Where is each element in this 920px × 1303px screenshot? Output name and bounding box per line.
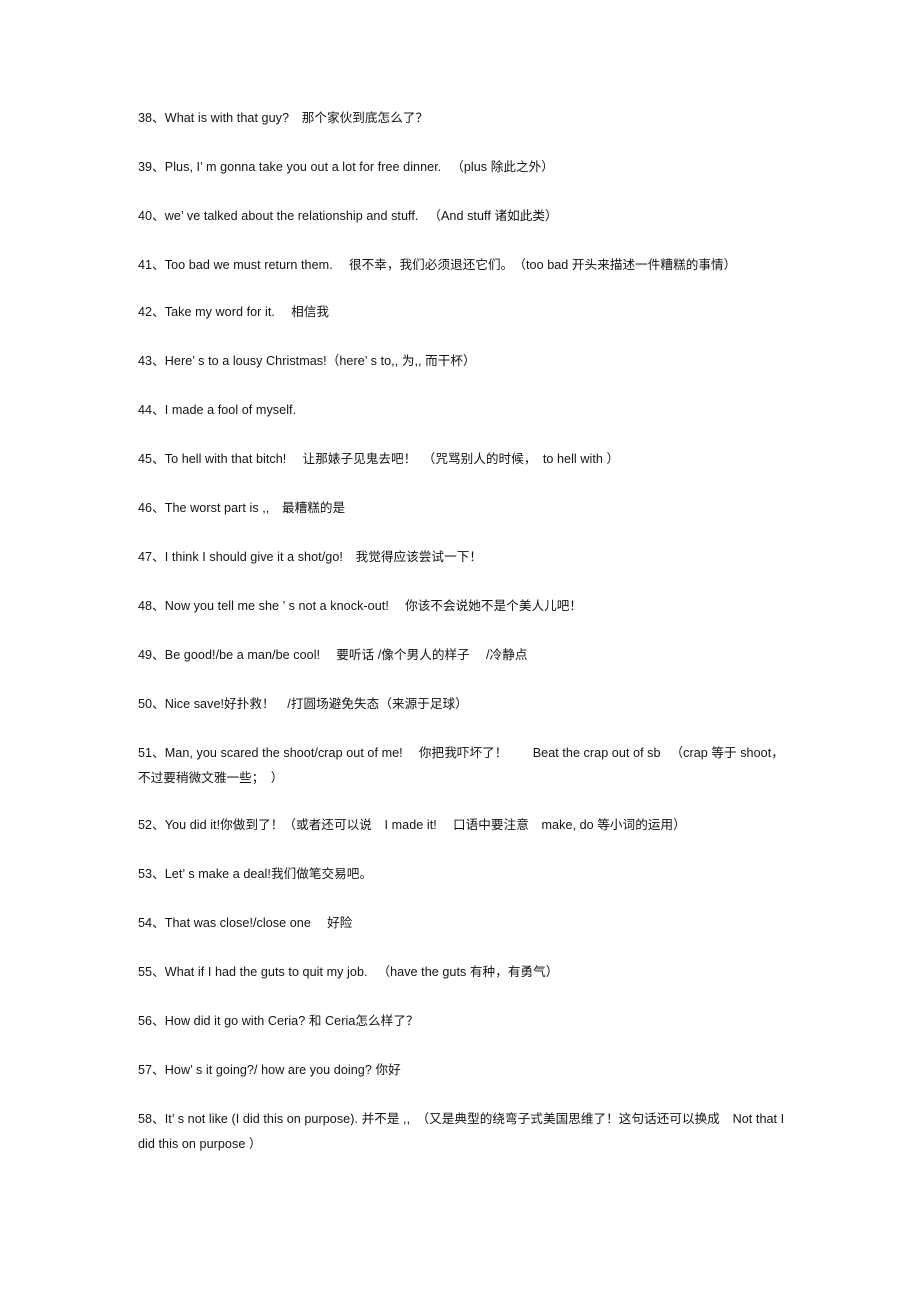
- phrase-list: 38、What is with that guy? 那个家伙到底怎么了？ 39、…: [138, 106, 786, 1179]
- list-item: 39、Plus, I’ m gonna take you out a lot f…: [138, 160, 554, 174]
- list-item: 46、The worst part is ,, 最糟糕的是: [138, 501, 346, 515]
- list-item: 50、Nice save!好扑救！ /打圆场避免失态（来源于足球）: [138, 697, 468, 711]
- list-item: 56、How did it go with Ceria? 和 Ceria怎么样了…: [138, 1014, 419, 1028]
- list-item: 47、I think I should give it a shot/go! 我…: [138, 550, 482, 564]
- list-item: 54、That was close!/close one 好险: [138, 916, 353, 930]
- list-item: 48、Now you tell me she ’ s not a knock-o…: [138, 599, 583, 613]
- list-item: 40、we’ ve talked about the relationship …: [138, 209, 558, 223]
- list-item: 49、Be good!/be a man/be cool! 要听话 /像个男人的…: [138, 648, 528, 662]
- document-page: 38、What is with that guy? 那个家伙到底怎么了？ 39、…: [0, 0, 920, 1303]
- list-item: 51、Man, you scared the shoot/crap out of…: [138, 746, 784, 785]
- list-item: 44、I made a fool of myself.: [138, 403, 297, 417]
- list-item: 52、You did it!你做到了！（或者还可以说 I made it! 口语…: [138, 818, 686, 832]
- list-item: 42、Take my word for it. 相信我: [138, 305, 330, 319]
- list-item: 58、It’ s not like (I did this on purpose…: [138, 1112, 785, 1151]
- list-item: 57、How’ s it going?/ how are you doing? …: [138, 1063, 401, 1077]
- list-item: 55、What if I had the guts to quit my job…: [138, 965, 559, 979]
- list-item: 41、Too bad we must return them. 很不幸，我们必须…: [138, 258, 737, 272]
- list-item: 45、To hell with that bitch! 让那婊子见鬼去吧！ （咒…: [138, 452, 620, 466]
- list-item: 38、What is with that guy? 那个家伙到底怎么了？: [138, 111, 429, 125]
- list-item: 43、Here’ s to a lousy Christmas!（here’ s…: [138, 354, 476, 368]
- list-item: 53、Let’ s make a deal!我们做笔交易吧。: [138, 867, 373, 881]
